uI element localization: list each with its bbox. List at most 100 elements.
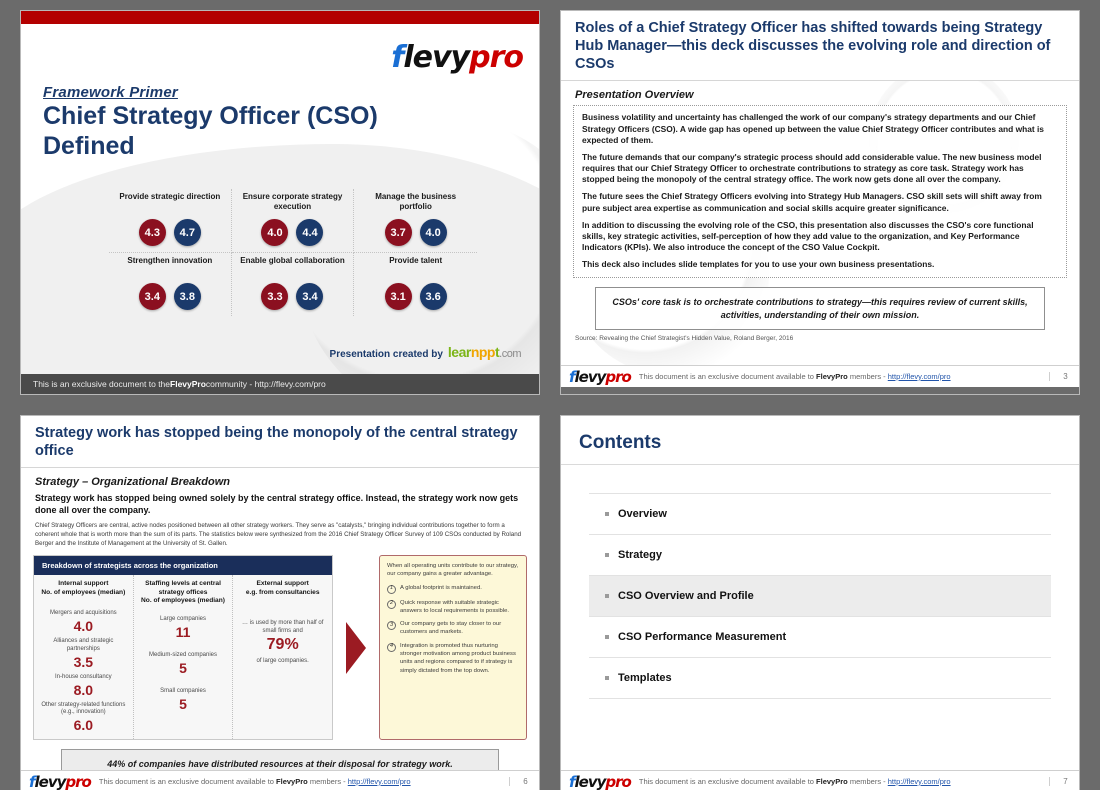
score-red: 4.0 xyxy=(261,219,289,246)
slide-footer: flevypro This document is an exclusive d… xyxy=(561,365,1079,387)
row-label: Other strategy-related functions (e.g., … xyxy=(41,701,126,716)
contents-item-cso-overview-and-profile[interactable]: CSO Overview and Profile xyxy=(589,575,1051,616)
logo-pro: pro xyxy=(605,772,631,790)
table-column: Internal support No. of employees (media… xyxy=(34,575,133,739)
key-takeaway-callout: CSOs' core task is to orchestrate contri… xyxy=(595,287,1045,330)
flevypro-logo: flevypro xyxy=(569,368,632,386)
learnppt-tld: .com xyxy=(499,348,521,360)
benefit-item: 1 A global footprint is maintained. xyxy=(387,584,519,594)
contents-item-label: Overview xyxy=(618,508,667,520)
table-row: Other strategy-related functions (e.g., … xyxy=(38,702,129,734)
number-bullet-icon: 3 xyxy=(387,621,396,631)
page-title: Strategy work has stopped being the mono… xyxy=(21,416,539,469)
table-row: Alliances and strategic partnerships 3.5 xyxy=(38,638,129,670)
logo-pro: pro xyxy=(469,40,524,75)
section-subtitle: Strategy – Organizational Breakdown xyxy=(35,476,230,489)
source-note: Source: Revealing the Chief Strategist's… xyxy=(575,334,794,342)
footer-link[interactable]: http://flevy.com/pro xyxy=(348,777,411,786)
breakdown-row: Breakdown of strategists across the orga… xyxy=(33,555,527,741)
score-blue: 4.0 xyxy=(419,219,447,246)
footer-text-prefix: This document is an exclusive document a… xyxy=(638,372,817,381)
footer-text-mid: members - xyxy=(307,777,348,786)
row-label: Alliances and strategic partnerships xyxy=(53,638,114,652)
cso-role-matrix: Provide strategic direction 4.3 4.7 Ensu… xyxy=(109,189,477,316)
matrix-cell-label: Provide talent xyxy=(389,256,443,265)
score-blue: 4.7 xyxy=(173,219,201,246)
score-blue: 3.6 xyxy=(419,283,447,310)
logo-levy: levy xyxy=(574,772,607,790)
right-arrow-icon xyxy=(346,621,366,674)
row-value: 4.0 xyxy=(73,617,94,634)
slide-overview-body: Presentation Overview Business volatilit… xyxy=(561,81,1079,365)
matrix-cell-label: Strengthen innovation xyxy=(127,256,213,265)
slide-thumbnail-grid: flevypro Framework Primer Chief Strategy… xyxy=(0,0,1100,790)
contents-list: Overview Strategy CSO Overview and Profi… xyxy=(561,465,1079,699)
row-value: 5 xyxy=(179,695,187,712)
benefits-callout: When all operating units contribute to o… xyxy=(379,555,527,741)
benefit-text: A global footprint is maintained. xyxy=(400,584,482,591)
score-red: 3.7 xyxy=(384,219,412,246)
matrix-cell-label: Manage the business portfolio xyxy=(375,192,457,211)
slide-contents[interactable]: Contents Overview Strategy CSO Overview … xyxy=(560,415,1080,790)
column-header: External support e.g. from consultancies xyxy=(245,580,320,596)
contents-item-label: CSO Performance Measurement xyxy=(618,631,787,643)
slide-bottom-bar xyxy=(561,387,1079,394)
footer-text-prefix: This is an exclusive document to the xyxy=(33,379,171,389)
row-value: 11 xyxy=(175,623,191,640)
row-value: 3.5 xyxy=(73,653,94,670)
matrix-cell-scores: 3.4 3.8 xyxy=(113,283,227,310)
footer-brand: FlevyPro xyxy=(170,379,206,389)
footer-text-suffix: community - http://flevy.com/pro xyxy=(205,379,326,389)
footer-text-mid: members - xyxy=(847,372,888,381)
matrix-cell-scores: 3.7 4.0 xyxy=(358,219,473,246)
slide-title[interactable]: flevypro Framework Primer Chief Strategy… xyxy=(20,10,540,395)
footer-brand: FlevyPro xyxy=(816,372,848,381)
contents-item-cso-performance-measurement[interactable]: CSO Performance Measurement xyxy=(589,616,1051,657)
overview-paragraph: The future demands that our company's st… xyxy=(582,151,1042,185)
overview-paragraph: This deck also includes slide templates … xyxy=(582,259,935,270)
learnppt-part-1: lear xyxy=(447,344,471,360)
logo-pro: pro xyxy=(65,772,91,790)
contents-item-templates[interactable]: Templates xyxy=(589,657,1051,699)
matrix-cell-scores: 4.3 4.7 xyxy=(113,219,227,246)
page-title: Chief Strategy Officer (CSO) Defined xyxy=(43,102,378,160)
table-header: Breakdown of strategists across the orga… xyxy=(34,556,332,576)
matrix-cell: Provide talent 3.1 3.6 xyxy=(354,253,477,316)
table-row: of large companies. xyxy=(237,658,328,666)
benefit-item: 3 Our company gets to stay closer to our… xyxy=(387,620,519,637)
row-value: 79% xyxy=(266,635,299,653)
slide-strategy-breakdown[interactable]: Strategy work has stopped being the mono… xyxy=(20,415,540,790)
benefit-text: Our company gets to stay closer to our c… xyxy=(400,621,502,636)
contents-item-strategy[interactable]: Strategy xyxy=(589,534,1051,575)
row-label: Small companies xyxy=(160,687,206,694)
row-value: 8.0 xyxy=(73,681,94,698)
table-row: … is used by more than half of small fir… xyxy=(237,620,328,654)
row-value: 5 xyxy=(179,659,187,676)
overview-paragraph: The future sees the Chief Strategy Offic… xyxy=(582,191,1042,213)
logo-levy: levy xyxy=(34,772,67,790)
table-column: External support e.g. from consultancies… xyxy=(232,575,332,740)
row-label: Medium-sized companies xyxy=(148,652,218,659)
key-takeaway-callout: 44% of companies have distributed resour… xyxy=(61,749,499,770)
logo-levy: levy xyxy=(403,40,470,75)
table-row: Medium-sized companies 5 xyxy=(138,652,229,676)
row-label: In-house consultancy xyxy=(54,673,112,680)
footer-text-mid: members - xyxy=(847,777,888,786)
table-row: In-house consultancy 8.0 xyxy=(38,674,129,698)
matrix-cell-scores: 3.1 3.6 xyxy=(358,283,473,310)
score-red: 3.1 xyxy=(384,283,412,310)
footer-link[interactable]: http://flevy.com/pro xyxy=(888,372,951,381)
footer-text: This document is an exclusive document a… xyxy=(99,777,501,786)
overview-paragraph: In addition to discussing the evolving r… xyxy=(582,219,1034,253)
square-bullet-icon xyxy=(605,635,609,639)
contents-item-overview[interactable]: Overview xyxy=(589,493,1051,534)
number-bullet-icon: 1 xyxy=(387,584,396,594)
slide-overview[interactable]: Roles of a Chief Strategy Officer has sh… xyxy=(560,10,1080,395)
footer-link[interactable]: http://flevy.com/pro xyxy=(888,777,951,786)
score-blue: 3.4 xyxy=(296,283,324,310)
footer-text: This document is an exclusive document a… xyxy=(639,777,1041,786)
breakdown-table: Breakdown of strategists across the orga… xyxy=(33,555,333,741)
presentation-credit: Presentation created by learnppt.com xyxy=(330,344,522,360)
contents-item-label: Templates xyxy=(618,672,672,684)
page-number: 6 xyxy=(509,777,531,786)
